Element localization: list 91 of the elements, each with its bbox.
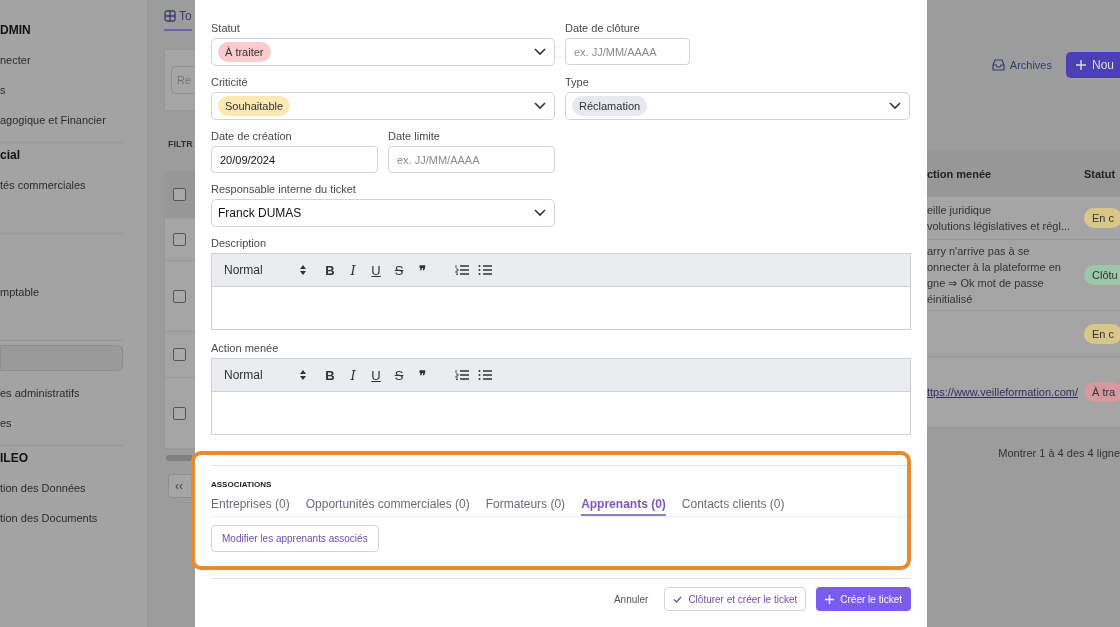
table-cell-text: eille juridique volutions législatives et régl...	[927, 203, 1072, 234]
sidebar-heading: DMIN	[0, 22, 32, 38]
bullet-list-icon[interactable]	[478, 264, 492, 276]
select-field[interactable]: Souhaitable	[211, 92, 555, 120]
cancel-button[interactable]: Annuler	[607, 592, 655, 606]
association-tab[interactable]: Formateurs (0)	[485, 497, 566, 516]
status-badge: Réclamation	[572, 96, 648, 116]
website-link[interactable]: ttps://www.veilleformation.com/	[927, 386, 1078, 398]
grid-icon	[164, 10, 176, 22]
field-label: Date de création	[211, 130, 293, 142]
chevron-down-icon	[534, 48, 546, 56]
field-label: Action menée	[211, 342, 280, 354]
checkbox[interactable]	[173, 289, 186, 303]
date-field[interactable]: ex. JJ/MM/AAAA	[565, 38, 690, 65]
select-field[interactable]: Franck DUMAS	[211, 199, 555, 227]
pagination-summary: Montrer 1 à 4 des 4 ligne	[998, 447, 1120, 459]
updown-icon	[300, 370, 306, 380]
field-label: Description	[211, 237, 268, 249]
updown-icon	[300, 265, 306, 275]
field-label: Criticité	[211, 76, 249, 88]
sidebar-item[interactable]: tion des Données	[0, 480, 123, 496]
plus-icon	[1076, 60, 1086, 70]
checkbox[interactable]	[173, 188, 186, 201]
check-icon	[673, 595, 683, 603]
sidebar-item[interactable]: tion des Documents	[0, 510, 123, 526]
sidebar-heading: ILEO	[0, 450, 29, 466]
checkbox[interactable]	[173, 406, 186, 420]
checkbox[interactable]	[173, 232, 186, 246]
chevron-down-icon	[889, 102, 901, 110]
status-badge: En c	[1084, 323, 1120, 344]
field-label: Date de clôture	[565, 22, 641, 34]
status-badge: À traiter	[218, 42, 271, 62]
sidebar-item[interactable]: es	[0, 415, 123, 431]
association-tab[interactable]: Entreprises (0)	[211, 497, 290, 516]
sidebar-item[interactable]: mptable	[0, 284, 123, 300]
strike-button[interactable]: S	[392, 367, 406, 383]
underline-button[interactable]: U	[369, 262, 383, 278]
bullet-list-icon[interactable]	[478, 369, 492, 381]
inbox-icon	[991, 59, 1005, 71]
edit-associations-button[interactable]: Modifier les apprenants associés	[211, 525, 379, 552]
italic-button[interactable]: I	[346, 262, 360, 278]
chevron-down-icon	[534, 102, 546, 110]
create-button[interactable]: Créer le ticket	[816, 587, 911, 611]
rich-text-editor[interactable]: Normal B I U S ❞	[211, 253, 911, 330]
field-label: Type	[565, 76, 590, 88]
italic-button[interactable]: I	[346, 367, 360, 383]
underline-button[interactable]: U	[369, 367, 383, 383]
date-field[interactable]: ex. JJ/MM/AAAA	[388, 146, 555, 173]
sidebar-item[interactable]: agogique et Financier	[0, 112, 123, 128]
sidebar-item[interactable]: es administratifs	[0, 385, 123, 401]
quote-button[interactable]: ❞	[415, 367, 429, 383]
date-field[interactable]: 20/09/2024	[211, 146, 378, 173]
column-header: ction menée	[927, 166, 993, 182]
format-select[interactable]: Normal	[224, 368, 306, 382]
sidebar-heading: cial	[0, 147, 21, 163]
field-label: Responsable interne du ticket	[211, 183, 357, 195]
scrollbar[interactable]	[166, 455, 192, 461]
field-label: Date limite	[388, 130, 441, 142]
strike-button[interactable]: S	[392, 262, 406, 278]
association-tab[interactable]: Opportunités commerciales (0)	[305, 497, 470, 516]
format-select[interactable]: Normal	[224, 263, 306, 277]
filters-label: FILTR	[168, 139, 194, 149]
select-field[interactable]: Réclamation	[565, 92, 910, 120]
ordered-list-icon[interactable]	[455, 264, 469, 276]
view-tab[interactable]: To	[164, 3, 192, 31]
sidebar-item[interactable]: tés commerciales	[0, 177, 123, 193]
field-label: Statut	[211, 22, 241, 34]
quote-button[interactable]: ❞	[415, 262, 429, 278]
association-tab[interactable]: Apprenants (0)	[581, 497, 666, 516]
status-badge: Souhaitable	[218, 96, 291, 116]
select-field[interactable]: À traiter	[211, 38, 555, 66]
bold-button[interactable]: B	[323, 262, 337, 278]
table-cell-text: arry n'arrive pas à se onnecter à la plateforme en gne ⇒ Ok mot de passe éinitialisé	[927, 244, 1062, 307]
close-and-create-button[interactable]: Clôturer et créer le ticket	[664, 587, 807, 611]
sidebar-item[interactable]: s	[0, 82, 123, 98]
checkbox[interactable]	[173, 348, 186, 361]
column-header: Statut	[1084, 167, 1116, 180]
first-page-button[interactable]: ‹‹	[168, 474, 192, 498]
section-title: ASSOCIATIONS	[211, 480, 273, 489]
status-badge: Clôtu	[1084, 265, 1120, 285]
new-button[interactable]: Nou	[1066, 52, 1120, 78]
status-badge: À tra	[1084, 382, 1120, 402]
archives-button[interactable]: Archives	[985, 58, 1058, 72]
bold-button[interactable]: B	[323, 367, 337, 383]
rich-text-editor[interactable]: Normal B I U S ❞	[211, 358, 911, 435]
chevron-down-icon	[534, 209, 546, 217]
status-badge: En c	[1084, 208, 1120, 228]
association-tab[interactable]: Contacts clients (0)	[681, 497, 785, 516]
ordered-list-icon[interactable]	[455, 369, 469, 381]
sidebar-item[interactable]: necter	[0, 52, 123, 68]
plus-icon	[825, 594, 835, 604]
